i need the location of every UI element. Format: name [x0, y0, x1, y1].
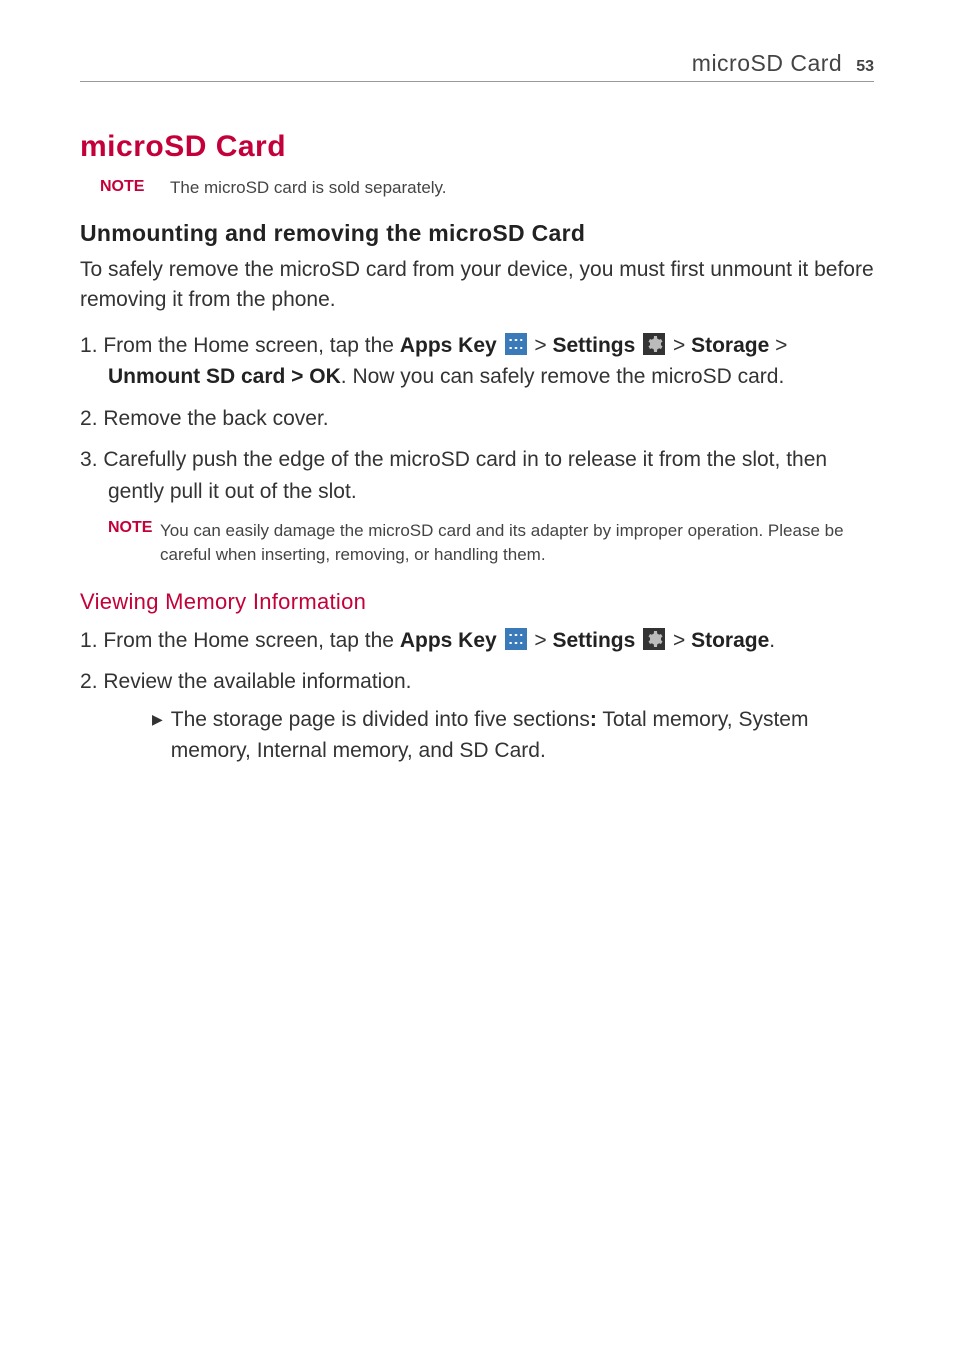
- unmount-step-2: Remove the back cover.: [80, 403, 874, 435]
- mem-step1-a: From the Home screen, tap the: [103, 629, 399, 652]
- unmount-ok-label: Unmount SD card > OK: [108, 365, 341, 388]
- bullet-a: The storage page is divided into five se…: [171, 708, 590, 731]
- storage-label: Storage: [691, 334, 769, 357]
- settings-icon: [643, 333, 665, 355]
- unmount-steps: From the Home screen, tap the Apps Key >…: [80, 330, 874, 508]
- mem-step1-b: >: [529, 629, 553, 652]
- memory-bullet: ▶ The storage page is divided into five …: [108, 704, 874, 767]
- apps-key-icon-2: [505, 628, 527, 650]
- mem-step1-c: >: [667, 629, 691, 652]
- note-label: NOTE: [100, 178, 170, 198]
- apps-key-label-2: Apps Key: [400, 629, 497, 652]
- step1-sep-b: >: [529, 334, 553, 357]
- mem-step1-d: .: [769, 629, 775, 652]
- memory-step-2: Review the available information. ▶ The …: [80, 666, 874, 767]
- header-title: microSD Card: [692, 50, 842, 77]
- memory-steps: From the Home screen, tap the Apps Key >…: [80, 625, 874, 767]
- section-heading-memory: Viewing Memory Information: [80, 589, 874, 615]
- apps-key-label: Apps Key: [400, 334, 497, 357]
- settings-label: Settings: [552, 334, 635, 357]
- unmount-intro: To safely remove the microSD card from y…: [80, 255, 874, 316]
- settings-icon-2: [643, 628, 665, 650]
- note-label-2: NOTE: [108, 519, 160, 567]
- section-heading-unmount: Unmounting and removing the microSD Card: [80, 220, 874, 247]
- note-text-2: You can easily damage the microSD card a…: [160, 519, 874, 567]
- step1-sep-d: >: [769, 334, 787, 357]
- page-header: microSD Card 53: [80, 50, 874, 82]
- unmount-step-1: From the Home screen, tap the Apps Key >…: [80, 330, 874, 393]
- bullet-text: The storage page is divided into five se…: [171, 704, 874, 767]
- memory-step-1: From the Home screen, tap the Apps Key >…: [80, 625, 874, 657]
- mem-step2-text: Review the available information.: [103, 670, 411, 693]
- settings-label-2: Settings: [552, 629, 635, 652]
- page-number: 53: [856, 58, 874, 76]
- step1-text-a: From the Home screen, tap the: [103, 334, 399, 357]
- note-damage-warning: NOTE You can easily damage the microSD c…: [80, 519, 874, 567]
- step1-text-e: . Now you can safely remove the microSD …: [341, 365, 785, 388]
- storage-label-2: Storage: [691, 629, 769, 652]
- step1-sep-c: >: [667, 334, 691, 357]
- bullet-colon: :: [590, 708, 597, 731]
- bullet-marker-icon: ▶: [152, 709, 163, 767]
- apps-key-icon: [505, 333, 527, 355]
- main-title: microSD Card: [80, 130, 874, 164]
- unmount-step-3: Carefully push the edge of the microSD c…: [80, 444, 874, 507]
- note-sold-separately: NOTE The microSD card is sold separately…: [80, 178, 874, 198]
- note-text: The microSD card is sold separately.: [170, 178, 447, 198]
